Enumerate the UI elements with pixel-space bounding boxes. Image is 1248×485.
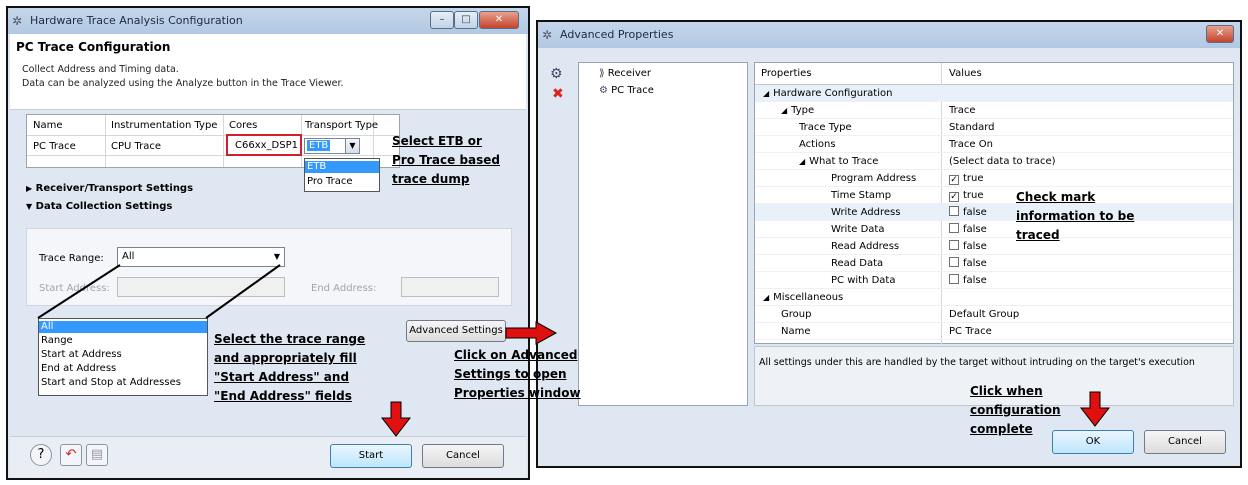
- arrow-down-start: [380, 401, 412, 437]
- annotation-arrows: [37, 264, 1111, 437]
- arrow-to-advanced: [505, 321, 558, 345]
- callout-line-left: [37, 264, 121, 319]
- arrow-down-ok: [1079, 391, 1111, 427]
- callout-line-right: [205, 264, 281, 319]
